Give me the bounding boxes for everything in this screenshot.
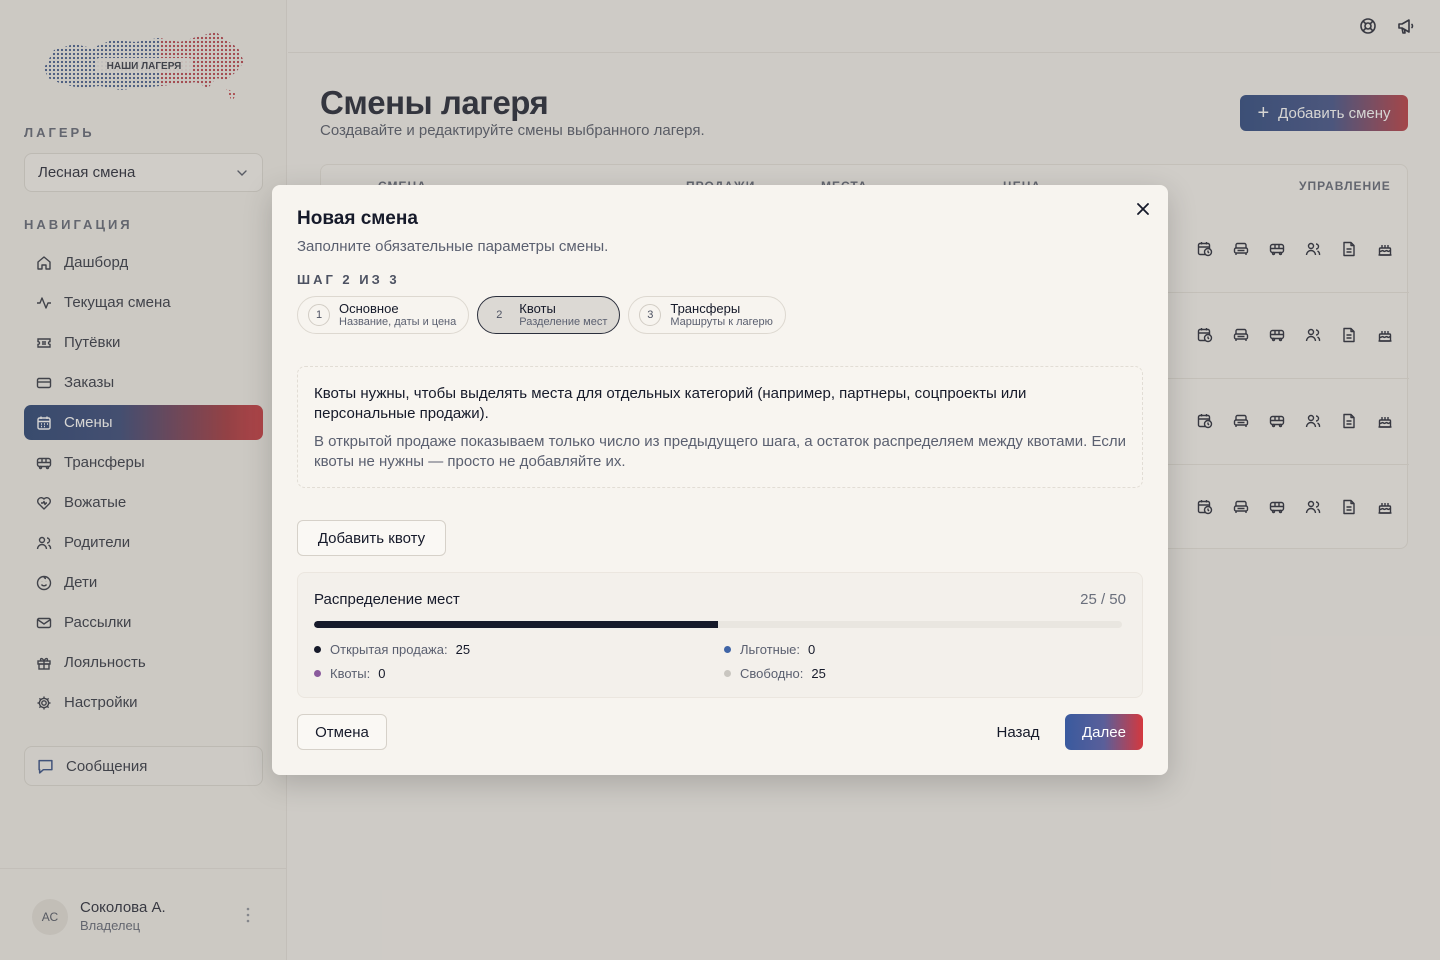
legend-open-sale: Открытая продажа: 25 bbox=[314, 642, 470, 657]
quota-info-box: Квоты нужны, чтобы выделять места для от… bbox=[297, 366, 1143, 488]
legend-dot bbox=[314, 646, 321, 653]
legend-value: 0 bbox=[808, 642, 816, 657]
dialog-subtitle: Заполните обязательные параметры смены. bbox=[297, 238, 609, 255]
step-number: 3 bbox=[639, 304, 662, 326]
legend-dot bbox=[724, 670, 731, 677]
step-quotas[interactable]: 2 Квоты Разделение мест bbox=[477, 296, 621, 334]
step-description: Название, даты и цена bbox=[339, 316, 457, 328]
legend-quotas: Квоты: 0 bbox=[314, 666, 385, 681]
distribution-count: 25 / 50 bbox=[1080, 591, 1126, 608]
cancel-button[interactable]: Отмена bbox=[297, 714, 387, 750]
distribution-bar bbox=[314, 621, 1122, 628]
legend-label: Открытая продажа: bbox=[330, 642, 448, 657]
legend-value: 0 bbox=[378, 666, 386, 681]
step-basic[interactable]: 1 Основное Название, даты и цена bbox=[297, 296, 470, 334]
info-hint: В открытой продаже показываем только чис… bbox=[314, 433, 1126, 470]
add-quota-button[interactable]: Добавить квоту bbox=[297, 520, 446, 556]
distribution-bar-fill bbox=[314, 621, 718, 628]
legend-label: Льготные: bbox=[740, 642, 801, 657]
step-indicator: ШАГ 2 ИЗ 3 bbox=[297, 272, 400, 287]
legend-free: Свободно: 25 bbox=[724, 666, 826, 681]
step-description: Маршруты к лагерю bbox=[670, 316, 773, 328]
step-name: Основное bbox=[339, 301, 399, 316]
legend-label: Квоты: bbox=[330, 666, 371, 681]
legend-label: Свободно: bbox=[740, 666, 804, 681]
legend-dot bbox=[314, 670, 321, 677]
step-number: 2 bbox=[496, 309, 503, 321]
legend-value: 25 bbox=[455, 642, 471, 657]
step-name: Трансферы bbox=[670, 301, 741, 316]
seat-distribution-panel: Распределение мест 25 / 50 Открытая прод… bbox=[297, 572, 1143, 698]
distribution-title: Распределение мест bbox=[314, 591, 460, 608]
step-number: 1 bbox=[308, 304, 330, 326]
legend-discounted: Льготные: 0 bbox=[724, 642, 815, 657]
step-transfers[interactable]: 3 Трансферы Маршруты к лагерю bbox=[628, 296, 786, 334]
dialog-title: Новая смена bbox=[297, 208, 418, 229]
back-button[interactable]: Назад bbox=[984, 714, 1052, 750]
next-button[interactable]: Далее bbox=[1065, 714, 1143, 750]
new-shift-dialog: Новая смена Заполните обязательные парам… bbox=[272, 185, 1168, 775]
info-text: Квоты нужны, чтобы выделять места для от… bbox=[314, 385, 1027, 422]
stepper: 1 Основное Название, даты и цена 2 Квоты… bbox=[297, 296, 794, 334]
step-name: Квоты bbox=[519, 301, 556, 316]
legend-value: 25 bbox=[811, 666, 826, 681]
legend-dot bbox=[724, 646, 731, 653]
close-icon[interactable] bbox=[1136, 202, 1150, 216]
step-description: Разделение мест bbox=[519, 316, 608, 328]
